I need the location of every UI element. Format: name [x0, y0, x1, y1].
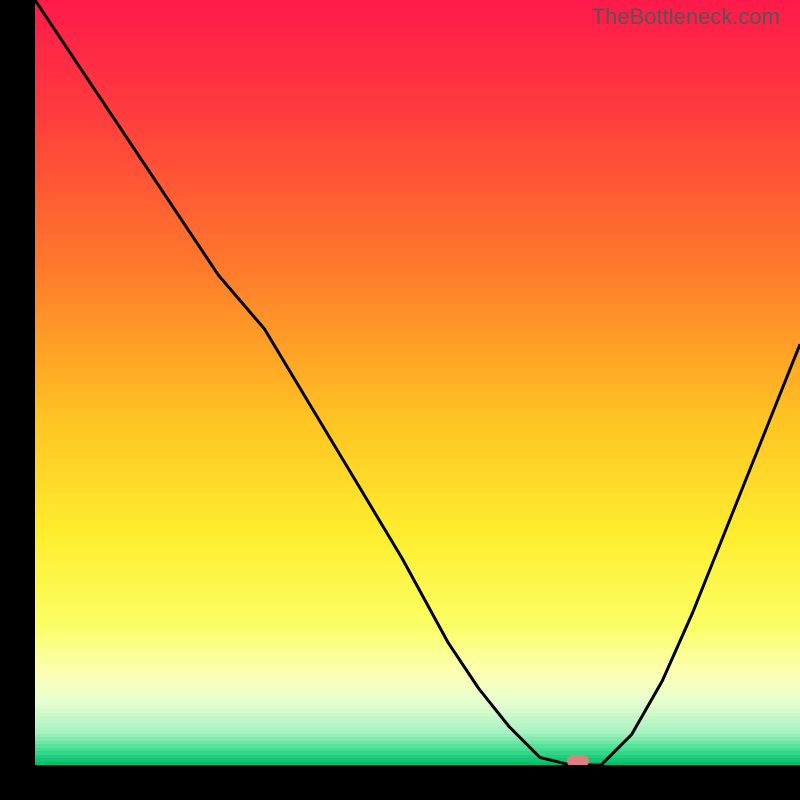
- x-axis: [0, 765, 800, 800]
- min-point-marker: [567, 755, 589, 765]
- plot-area: [35, 0, 800, 765]
- y-axis: [0, 0, 35, 800]
- data-curve: [35, 0, 800, 765]
- watermark-text: TheBottleneck.com: [592, 4, 780, 30]
- chart-container: TheBottleneck.com: [0, 0, 800, 800]
